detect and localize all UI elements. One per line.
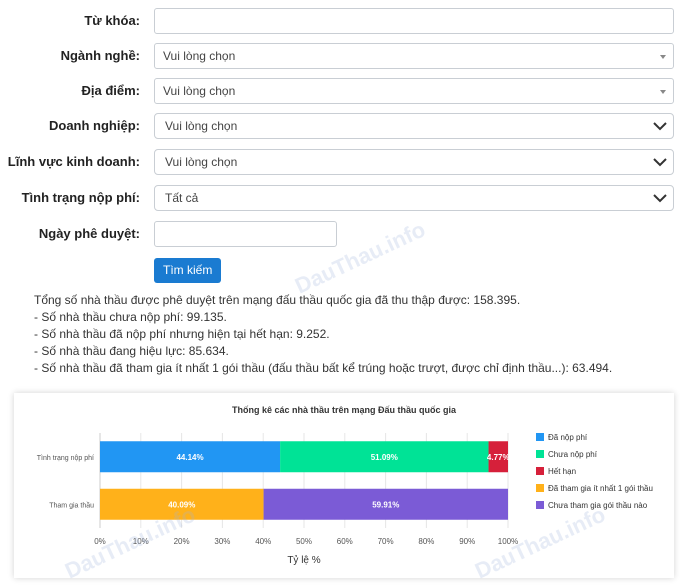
legend-label: Chưa tham gia gói thầu nào <box>548 501 648 510</box>
y-tick-label: Tham gia thầu <box>49 500 94 509</box>
search-button[interactable]: Tìm kiếm <box>154 258 222 283</box>
legend-swatch <box>536 484 544 492</box>
industry-label: Ngành nghề: <box>60 48 140 63</box>
keyword-label: Từ khóa: <box>84 13 140 28</box>
field-select-value: Vui lòng chọn <box>165 155 238 169</box>
business-row: Doanh nghiệp: Vui lòng chọn <box>0 113 680 141</box>
stacked-bar-chart: 0% 10% 20% 30% 40% 50% 60% 70% 80% 90% 100% Tỷ lệ %… <box>37 433 653 566</box>
data-label: 40.09% <box>168 500 195 509</box>
keyword-row: Từ khóa: <box>0 8 680 36</box>
stats-expired: - Số nhà thầu đã nộp phí nhưng hiện tại … <box>34 327 330 341</box>
approval-date-label: Ngày phê duyệt: <box>38 226 140 241</box>
x-tick-label: 60% <box>337 537 353 546</box>
chart-card: Thống kê các nhà thầu trên mạng Đấu thầu… <box>14 393 674 578</box>
field-row: Lĩnh vực kinh doanh: Vui lòng chọn <box>0 149 680 177</box>
industry-select[interactable]: Vui lòng chọn <box>154 43 674 69</box>
location-select-value: Vui lòng chọn <box>163 84 236 98</box>
legend-swatch <box>536 501 544 509</box>
location-select[interactable]: Vui lòng chọn <box>154 78 674 104</box>
legend-label: Đã tham gia ít nhất 1 gói thầu <box>548 484 653 493</box>
stats-valid: - Số nhà thầu đang hiệu lực: 85.634. <box>34 344 229 358</box>
business-label: Doanh nghiệp: <box>49 118 140 133</box>
x-tick-label: 90% <box>459 537 475 546</box>
fee-status-label: Tình trạng nộp phí: <box>21 190 140 205</box>
industry-row: Ngành nghề: Vui lòng chọn <box>0 43 680 71</box>
x-axis-title: Tỷ lệ % <box>287 554 320 566</box>
approval-date-input[interactable] <box>154 221 337 247</box>
fee-status-row: Tình trạng nộp phí: Tất cả <box>0 185 680 213</box>
business-select-value: Vui lòng chọn <box>165 119 238 133</box>
x-tick-label: 50% <box>296 537 312 546</box>
legend-swatch <box>536 433 544 441</box>
field-label: Lĩnh vực kinh doanh: <box>7 154 140 169</box>
approval-date-row: Ngày phê duyệt: <box>0 221 680 249</box>
legend-swatch <box>536 450 544 458</box>
data-label: 51.09% <box>371 453 398 462</box>
caret-down-icon <box>660 90 666 94</box>
data-label: 59.91% <box>372 500 399 509</box>
location-row: Địa điểm: Vui lòng chọn <box>0 78 680 106</box>
keyword-input[interactable] <box>154 8 674 34</box>
x-tick-label: 20% <box>174 537 190 546</box>
legend-label: Đã nộp phí <box>548 433 588 442</box>
industry-select-value: Vui lòng chọn <box>163 49 236 63</box>
location-label: Địa điểm: <box>81 83 140 98</box>
stats-unpaid: - Số nhà thầu chưa nộp phí: 99.135. <box>34 310 227 324</box>
x-tick-label: 40% <box>255 537 271 546</box>
x-tick-label: 30% <box>214 537 230 546</box>
chevron-down-icon <box>653 194 667 203</box>
x-tick-label: 70% <box>378 537 394 546</box>
y-tick-label: Tình trạng nộp phí <box>37 455 94 462</box>
legend-swatch <box>536 467 544 475</box>
x-tick-label: 100% <box>498 537 518 546</box>
legend-label: Hết hạn <box>548 467 576 476</box>
data-label: 44.14% <box>176 453 203 462</box>
stats-participated: - Số nhà thầu đã tham gia ít nhất 1 gói … <box>34 361 613 375</box>
chevron-down-icon <box>653 122 667 131</box>
stats-total: Tổng số nhà thầu được phê duyệt trên mạn… <box>34 293 521 307</box>
chevron-down-icon <box>653 158 667 167</box>
business-select[interactable]: Vui lòng chọn <box>154 113 674 139</box>
legend-label: Chưa nộp phí <box>548 450 598 459</box>
x-tick-label: 80% <box>418 537 434 546</box>
x-tick-label: 0% <box>94 537 106 546</box>
field-select[interactable]: Vui lòng chọn <box>154 149 674 175</box>
data-label: 4.77% <box>487 453 510 462</box>
fee-status-select-value: Tất cả <box>165 191 199 205</box>
caret-down-icon <box>660 55 666 59</box>
x-tick-label: 10% <box>133 537 149 546</box>
stats-block: Tổng số nhà thầu được phê duyệt trên mạn… <box>34 292 612 377</box>
fee-status-select[interactable]: Tất cả <box>154 185 674 211</box>
